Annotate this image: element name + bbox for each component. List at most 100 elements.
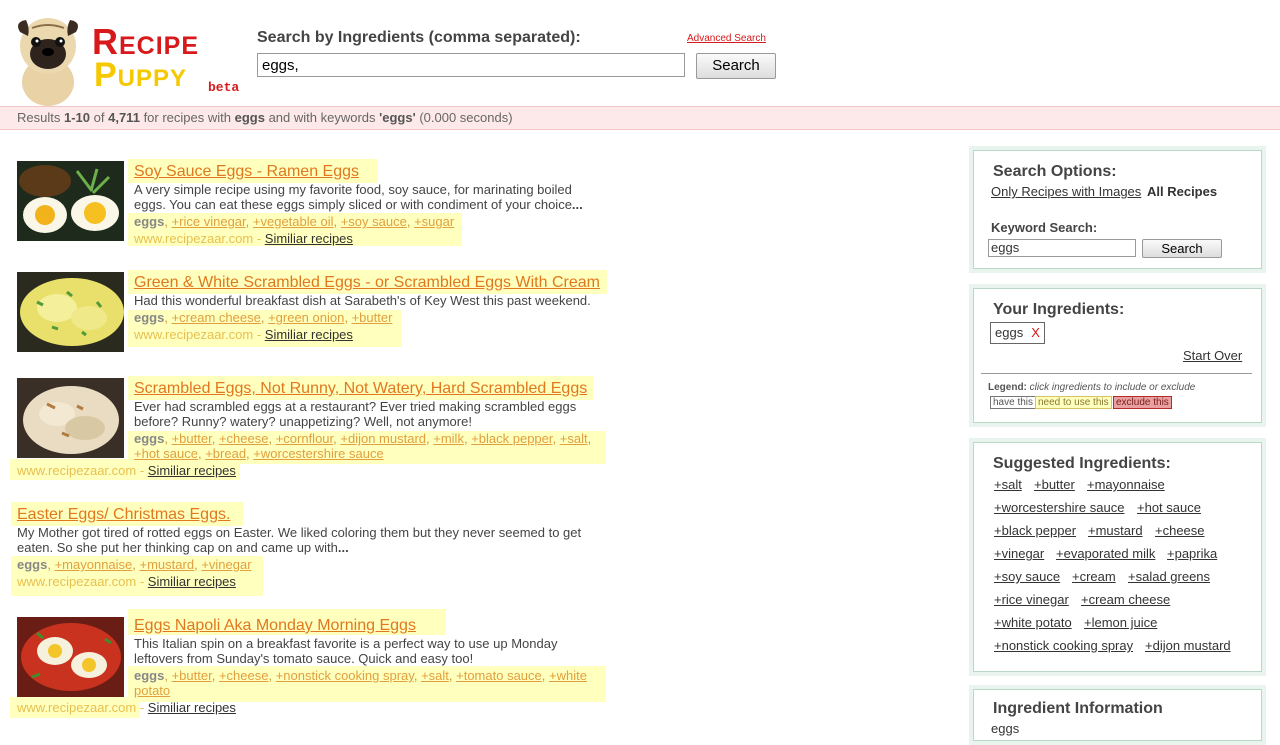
ingredient-need[interactable]: +bread xyxy=(205,446,246,461)
ingredient-need[interactable]: +mustard xyxy=(140,557,195,572)
recipe-source-domain: www.recipezaar.com xyxy=(17,700,137,715)
ingredient-need[interactable]: +vegetable oil xyxy=(253,214,334,229)
suggested-ingredient[interactable]: +salt xyxy=(994,477,1022,492)
legend: Legend: click ingredients to include or … xyxy=(988,382,1195,393)
ingredient-need[interactable]: +butter xyxy=(352,310,393,325)
ingredient-chip-label: eggs xyxy=(995,325,1024,340)
results-summary: Results 1-10 of 4,711 for recipes with e… xyxy=(0,106,1280,130)
site-logo[interactable]: Recipe Puppy beta xyxy=(12,10,247,108)
recipe-title-link[interactable]: Scrambled Eggs, Not Runny, Not Watery, H… xyxy=(134,380,587,398)
recipe-thumbnail[interactable] xyxy=(17,617,124,697)
results-range: 1-10 xyxy=(63,110,91,125)
ingredient-need[interactable]: +cheese xyxy=(219,431,269,446)
suggested-ingredient[interactable]: +mustard xyxy=(1088,523,1143,538)
recipe-source-domain: www.recipezaar.com xyxy=(17,574,137,589)
recipe-source: www.recipezaar.com - Similiar recipes xyxy=(17,574,236,589)
legend-have: have this xyxy=(990,396,1037,409)
ingredient-need[interactable]: +sugar xyxy=(414,214,454,229)
ingredient-need[interactable]: +salt xyxy=(560,431,588,446)
recipe-source-domain: www.recipezaar.com xyxy=(17,463,137,478)
recipe-title-link[interactable]: Easter Eggs/ Christmas Eggs. xyxy=(17,506,230,524)
recipe-desc-text: A very simple recipe using my favorite f… xyxy=(134,182,572,212)
ingredient-need[interactable]: +soy sauce xyxy=(341,214,407,229)
suggested-ingredient[interactable]: +hot sauce xyxy=(1137,500,1201,515)
suggested-ingredient[interactable]: +dijon mustard xyxy=(1145,638,1231,653)
suggested-ingredients-title: Suggested Ingredients: xyxy=(993,455,1171,472)
similar-recipes-link[interactable]: Similiar recipes xyxy=(148,700,236,715)
ingredient-need[interactable]: +butter xyxy=(172,668,212,683)
recipe-description: Had this wonderful breakfast dish at Sar… xyxy=(134,293,594,308)
ingredient-need[interactable]: +nonstick cooking spray xyxy=(276,668,414,683)
ingredient-have[interactable]: eggs xyxy=(134,310,164,325)
suggested-ingredient[interactable]: +nonstick cooking spray xyxy=(994,638,1133,653)
recipe-thumbnail[interactable] xyxy=(17,272,124,352)
ingredient-need[interactable]: +cheese xyxy=(219,668,269,683)
legend-divider xyxy=(981,373,1252,374)
ingredient-need[interactable]: +green onion xyxy=(268,310,344,325)
suggested-ingredient[interactable]: +soy sauce xyxy=(994,569,1060,584)
remove-ingredient-icon[interactable]: X xyxy=(1031,325,1040,340)
recipe-title-link[interactable]: Soy Sauce Eggs - Ramen Eggs xyxy=(134,163,359,181)
results-prefix: Results xyxy=(17,110,61,125)
suggested-ingredient[interactable]: +mayonnaise xyxy=(1087,477,1165,492)
suggested-ingredient[interactable]: +cream cheese xyxy=(1081,592,1170,607)
ingredient-have[interactable]: eggs xyxy=(134,431,164,446)
results-total: 4,711 xyxy=(108,110,140,125)
suggested-ingredient[interactable]: +vinegar xyxy=(994,546,1044,561)
suggested-ingredient[interactable]: +cream xyxy=(1072,569,1116,584)
suggested-ingredient[interactable]: +butter xyxy=(1034,477,1075,492)
suggested-ingredient[interactable]: +paprika xyxy=(1167,546,1217,561)
ingredient-need[interactable]: +mayonnaise xyxy=(55,557,133,572)
ingredient-search-input[interactable]: eggs, xyxy=(257,53,685,77)
logo-beta: beta xyxy=(208,80,240,95)
keyword-search-button[interactable]: Search xyxy=(1142,239,1222,258)
keyword-search-input[interactable]: eggs xyxy=(988,239,1136,257)
recipe-ingredients: eggs, +butter, +cheese, +nonstick cookin… xyxy=(134,668,587,698)
recipe-title-link[interactable]: Green & White Scrambled Eggs - or Scramb… xyxy=(134,274,600,292)
ingredient-need[interactable]: +worcestershire sauce xyxy=(253,446,383,461)
suggested-ingredient[interactable]: +worcestershire sauce xyxy=(994,500,1124,515)
recipe-thumbnail[interactable] xyxy=(17,378,124,458)
suggested-ingredient[interactable]: +black pepper xyxy=(994,523,1076,538)
all-recipes-option[interactable]: All Recipes xyxy=(1147,184,1217,199)
ingredient-need[interactable]: +tomato sauce xyxy=(456,668,542,683)
suggested-ingredient[interactable]: +salad greens xyxy=(1128,569,1210,584)
only-images-link[interactable]: Only Recipes with Images xyxy=(991,184,1141,199)
ingredient-need[interactable]: +milk xyxy=(433,431,464,446)
start-over-link[interactable]: Start Over xyxy=(1183,348,1242,363)
ingredient-need[interactable]: +black pepper xyxy=(471,431,552,446)
ingredient-need[interactable]: +butter xyxy=(172,431,212,446)
ingredient-need[interactable]: +cream cheese xyxy=(172,310,261,325)
ingredient-chip[interactable]: eggs X xyxy=(990,322,1045,344)
ingredient-information-title: Ingredient Information xyxy=(993,700,1163,717)
similar-recipes-link[interactable]: Similiar recipes xyxy=(265,231,353,246)
similar-recipes-link[interactable]: Similiar recipes xyxy=(148,574,236,589)
ingredient-need[interactable]: +cornflour xyxy=(276,431,333,446)
results-keyword: 'eggs' xyxy=(379,110,416,125)
recipe-source-domain: www.recipezaar.com xyxy=(134,231,254,246)
advanced-search-link[interactable]: Advanced Search xyxy=(687,33,766,44)
ingredient-have[interactable]: eggs xyxy=(17,557,47,572)
suggested-ingredients-panel: Suggested Ingredients: +salt +butter +ma… xyxy=(969,438,1266,676)
ingredient-need[interactable]: +dijon mustard xyxy=(340,431,426,446)
recipe-thumbnail[interactable] xyxy=(17,161,124,241)
suggested-ingredient[interactable]: +cheese xyxy=(1155,523,1205,538)
ingredient-need[interactable]: +hot sauce xyxy=(134,446,198,461)
suggested-ingredient[interactable]: +lemon juice xyxy=(1084,615,1157,630)
suggested-ingredient[interactable]: +white potato xyxy=(994,615,1072,630)
results-mid: for recipes with xyxy=(143,110,231,125)
suggested-ingredient[interactable]: +evaporated milk xyxy=(1056,546,1155,561)
recipe-title-link[interactable]: Eggs Napoli Aka Monday Morning Eggs xyxy=(134,617,416,635)
ingredient-need[interactable]: +rice vinegar xyxy=(172,214,246,229)
recipe-description: My Mother got tired of rotted eggs on Ea… xyxy=(17,525,597,555)
results-ingredient: eggs xyxy=(234,110,265,125)
ingredient-have[interactable]: eggs xyxy=(134,214,164,229)
similar-recipes-link[interactable]: Similiar recipes xyxy=(265,327,353,342)
ingredient-need[interactable]: +vinegar xyxy=(201,557,251,572)
ingredient-have[interactable]: eggs xyxy=(134,668,164,683)
suggested-ingredient[interactable]: +rice vinegar xyxy=(994,592,1069,607)
search-button[interactable]: Search xyxy=(696,53,776,79)
ingredient-need[interactable]: +salt xyxy=(421,668,449,683)
similar-recipes-link[interactable]: Similiar recipes xyxy=(148,463,236,478)
recipe-description: Ever had scrambled eggs at a restaurant?… xyxy=(134,399,594,429)
